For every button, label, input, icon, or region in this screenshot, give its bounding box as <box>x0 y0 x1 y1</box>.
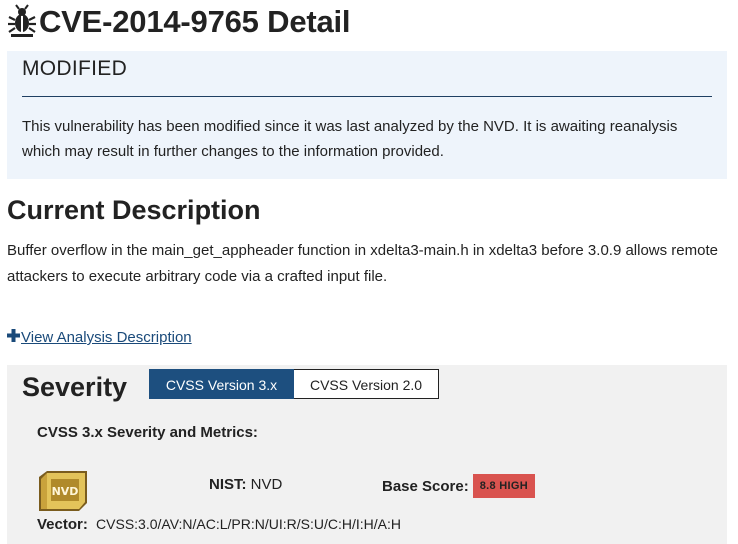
view-analysis-link[interactable]: View Analysis Description <box>7 329 192 346</box>
status-banner: MODIFIED This vulnerability has been mod… <box>7 51 727 179</box>
vector-label: Vector: <box>37 516 88 533</box>
tab-cvss-2[interactable]: CVSS Version 2.0 <box>294 369 439 399</box>
view-analysis-label[interactable]: View Analysis Description <box>21 329 192 346</box>
svg-text:NVD: NVD <box>52 485 79 498</box>
status-heading: MODIFIED <box>22 57 128 80</box>
severity-badge[interactable]: 8.8 HIGH <box>472 474 535 498</box>
nist-source: NIST: NVD <box>209 476 282 493</box>
metrics-heading: CVSS 3.x Severity and Metrics: <box>37 424 258 441</box>
cvss-tabs: CVSS Version 3.x CVSS Version 2.0 <box>149 369 439 399</box>
base-score: Base Score: 8.8 HIGH <box>382 474 535 498</box>
divider <box>22 96 712 97</box>
tab-cvss-3x[interactable]: CVSS Version 3.x <box>149 369 294 399</box>
page-title: CVE-2014-9765 Detail <box>39 4 351 39</box>
description-text: Buffer overflow in the main_get_appheade… <box>7 242 718 285</box>
description-heading: Current Description <box>7 195 261 225</box>
nist-label: NIST: <box>209 476 247 493</box>
severity-heading: Severity <box>22 372 128 402</box>
severity-panel: Severity CVSS Version 3.x CVSS Version 2… <box>7 365 727 544</box>
base-score-label: Base Score: <box>382 477 469 495</box>
bug-icon <box>7 3 39 42</box>
nvd-logo: NVD <box>37 469 89 513</box>
plus-icon[interactable] <box>7 329 21 346</box>
page-header: CVE-2014-9765 Detail <box>7 2 351 42</box>
status-text: This vulnerability has been modified sin… <box>22 118 678 160</box>
nist-value: NVD <box>250 476 283 493</box>
vector-string: Vector: CVSS:3.0/AV:N/AC:L/PR:N/UI:R/S:U… <box>37 516 401 533</box>
vector-value: CVSS:3.0/AV:N/AC:L/PR:N/UI:R/S:U/C:H/I:H… <box>96 516 401 532</box>
